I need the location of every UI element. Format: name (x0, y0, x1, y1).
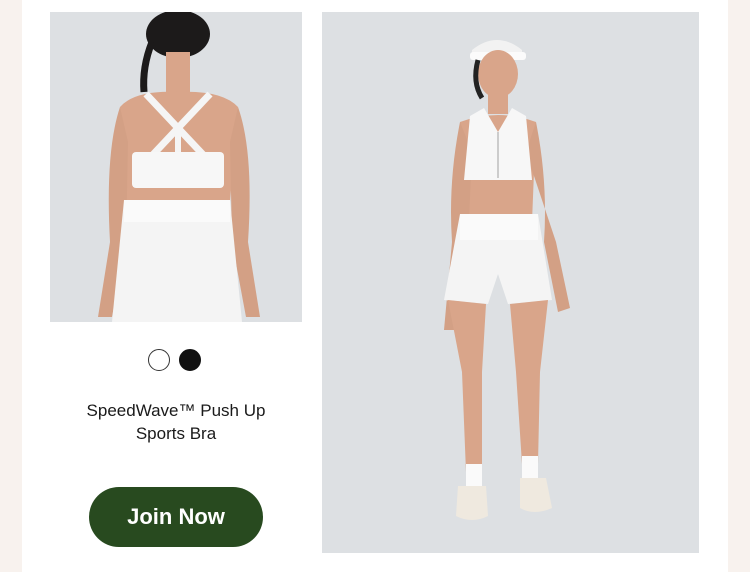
color-swatch-white[interactable] (148, 349, 170, 371)
color-swatch-black[interactable] (179, 349, 201, 371)
product-card: SpeedWave™ Push Up Sports Bra Join Now (22, 0, 728, 572)
product-name-line-2: Sports Bra (135, 424, 217, 443)
model-front-view-illustration (444, 40, 570, 520)
model-back-view-illustration (98, 12, 260, 322)
color-swatches (148, 349, 248, 373)
product-name-line-1: SpeedWave™ Push Up (86, 401, 266, 420)
product-name[interactable]: SpeedWave™ Push Up Sports Bra (62, 399, 290, 445)
join-now-button[interactable]: Join Now (89, 487, 263, 547)
product-image-back-view[interactable] (50, 12, 302, 322)
product-image-front-view[interactable] (322, 12, 699, 553)
